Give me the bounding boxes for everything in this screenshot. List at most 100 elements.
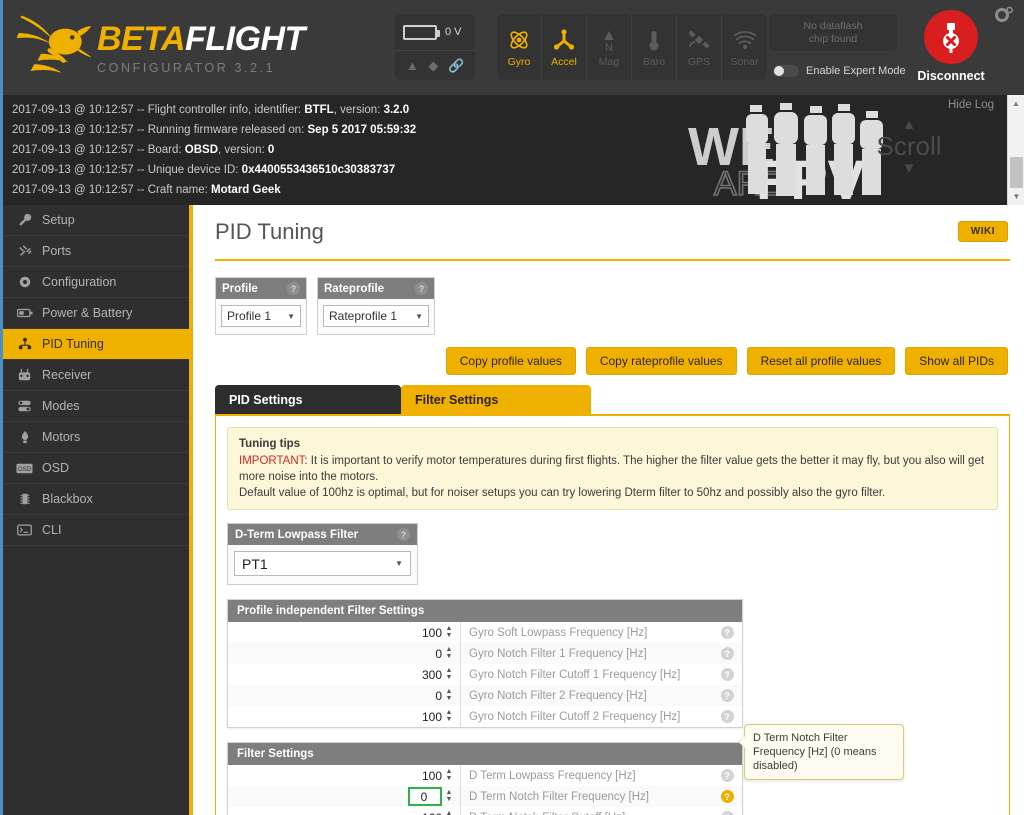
tab-pid-settings[interactable]: PID Settings — [215, 385, 401, 414]
filter-help-cell[interactable]: ? — [712, 664, 742, 685]
sidebar-item-cli[interactable]: CLI — [3, 515, 189, 546]
stepper-icon[interactable]: ▲▼ — [442, 768, 456, 782]
rateprofile-help-icon[interactable]: ? — [415, 282, 428, 295]
filter-help-cell[interactable]: ? — [712, 622, 742, 643]
dataflash-line2: chip found — [808, 32, 858, 45]
dterm-lowpass-header-label: D-Term Lowpass Filter — [235, 528, 359, 541]
hide-log-button[interactable]: Hide Log — [948, 99, 994, 111]
expert-mode-toggle[interactable] — [773, 65, 799, 77]
sidebar-item-configuration[interactable]: Configuration — [3, 267, 189, 298]
log-line: 2017-09-13 @ 10:12:57 -- Craft name: Mot… — [12, 184, 281, 196]
usb-disconnect-icon — [924, 10, 978, 64]
dterm-notch-filter-cutoff-input[interactable] — [382, 810, 442, 815]
gyro-notch-2-frequency-input[interactable] — [382, 688, 442, 703]
battery-icon — [16, 307, 33, 319]
filter-row-label: Gyro Notch Filter 2 Frequency [Hz] — [460, 685, 712, 706]
sensor-baro-label: Baro — [642, 56, 666, 68]
sidebar-item-label: Power & Battery — [42, 306, 133, 320]
settings-gear-icon[interactable] — [994, 5, 1014, 30]
sidebar-item-label: Modes — [42, 399, 80, 413]
sidebar-item-blackbox[interactable]: Blackbox — [3, 484, 189, 515]
copy-profile-values-button[interactable]: Copy profile values — [445, 347, 576, 375]
expert-mode-row[interactable]: Enable Expert Mode — [773, 65, 906, 77]
filter-row: ▲▼ Gyro Notch Filter 1 Frequency [Hz] ? — [228, 643, 742, 664]
reset-all-profile-values-button[interactable]: Reset all profile values — [746, 347, 896, 375]
dterm-lowpass-select[interactable]: PT1 ▼ — [234, 551, 411, 576]
sensor-sonar: Sonar — [722, 14, 767, 80]
page-header: PID Tuning WIKI — [215, 217, 1010, 261]
help-icon[interactable]: ? — [720, 811, 734, 815]
filter-help-cell[interactable]: ? — [712, 685, 742, 706]
filter-help-cell[interactable]: ? — [712, 807, 742, 815]
sidebar-nav: Setup Ports Configuration Power & Batter… — [3, 205, 193, 815]
scrollbar-up-icon[interactable]: ▲ — [1008, 95, 1024, 112]
rateprofile-box: Rateprofile ? Rateprofile 1 ▼ — [317, 277, 435, 335]
sidebar-item-receiver[interactable]: Receiver — [3, 360, 189, 391]
stepper-icon[interactable]: ▲▼ — [442, 789, 456, 803]
help-icon[interactable]: ? — [720, 647, 734, 660]
filter-help-cell[interactable]: ? — [712, 706, 742, 727]
tuning-tips-line2: Default value of 100hz is optimal, but f… — [239, 487, 886, 499]
dterm-lowpass-frequency-input[interactable] — [382, 768, 442, 783]
tab-filter-settings[interactable]: Filter Settings — [401, 385, 591, 414]
filter-value-cell: ▲▼ — [228, 622, 460, 643]
gyro-soft-lowpass-input[interactable] — [382, 625, 442, 640]
gem-icon: ◆ — [428, 57, 439, 73]
gyro-notch-cutoff-1-input[interactable] — [382, 667, 442, 682]
help-icon[interactable]: ? — [720, 626, 734, 639]
rateprofile-select[interactable]: Rateprofile 1 ▼ — [323, 305, 429, 327]
betaflight-configurator-window: BETAFLIGHT CONFIGURATOR 3.2.1 0 V ▲ ◆ 🔗 — [0, 0, 1024, 815]
gyro-notch-cutoff-2-input[interactable] — [382, 709, 442, 724]
stepper-icon[interactable]: ▲▼ — [442, 688, 456, 702]
filter-value-cell: ▲▼ — [228, 643, 460, 664]
help-icon[interactable]: ? — [720, 689, 734, 702]
sensor-accel-label: Accel — [551, 56, 577, 68]
sidebar-item-setup[interactable]: Setup — [3, 205, 189, 236]
disconnect-button[interactable]: Disconnect — [917, 10, 985, 83]
chevron-down-icon: ▼ — [287, 311, 295, 321]
filter-row-label: D Term Lowpass Frequency [Hz] — [460, 765, 712, 786]
show-all-pids-button[interactable]: Show all PIDs — [905, 347, 1008, 375]
sidebar-item-motors[interactable]: Motors — [3, 422, 189, 453]
filter-row: ▲▼ Gyro Notch Filter Cutoff 2 Frequency … — [228, 706, 742, 727]
filter-help-cell[interactable]: ? — [712, 765, 742, 786]
filter-help-cell[interactable]: ? — [712, 786, 742, 807]
sidebar-item-osd[interactable]: OSD OSD — [3, 453, 189, 484]
filter-row: ▲▼ D Term Lowpass Frequency [Hz] ? — [228, 765, 742, 786]
stepper-icon[interactable]: ▲▼ — [442, 810, 456, 815]
log-scrollbar[interactable]: ▲ ▼ — [1007, 95, 1024, 205]
osd-icon: OSD — [16, 463, 33, 474]
dterm-notch-filter-frequency-input[interactable] — [408, 787, 442, 806]
profile-select[interactable]: Profile 1 ▼ — [221, 305, 301, 327]
help-icon[interactable]: ? — [720, 668, 734, 681]
stepper-icon[interactable]: ▲▼ — [442, 625, 456, 639]
gyro-notch-1-frequency-input[interactable] — [382, 646, 442, 661]
profile-help-icon[interactable]: ? — [287, 282, 300, 295]
battery-voltage-value: 0 V — [445, 26, 462, 38]
sidebar-item-modes[interactable]: Modes — [3, 391, 189, 422]
wiki-button[interactable]: WIKI — [957, 221, 1008, 242]
scrollbar-down-icon[interactable]: ▼ — [1008, 188, 1024, 205]
stepper-icon[interactable]: ▲▼ — [442, 709, 456, 723]
stepper-icon[interactable]: ▲▼ — [442, 646, 456, 660]
sidebar-item-label: Motors — [42, 430, 81, 444]
stepper-icon[interactable]: ▲▼ — [442, 667, 456, 681]
mag-icon: N — [598, 26, 620, 54]
scrollbar-thumb[interactable] — [1010, 157, 1023, 188]
svg-text:N: N — [605, 42, 613, 52]
dterm-lowpass-help-icon[interactable]: ? — [397, 528, 410, 541]
sidebar-item-power-battery[interactable]: Power & Battery — [3, 298, 189, 329]
help-icon-active[interactable]: ? — [720, 790, 734, 803]
filter-help-cell[interactable]: ? — [712, 643, 742, 664]
sidebar-item-label: Configuration — [42, 275, 117, 289]
expert-mode-label: Enable Expert Mode — [806, 65, 906, 77]
sidebar-item-ports[interactable]: Ports — [3, 236, 189, 267]
help-icon[interactable]: ? — [720, 769, 734, 782]
copy-rateprofile-values-button[interactable]: Copy rateprofile values — [585, 347, 737, 375]
battery-voltage-row: 0 V — [395, 14, 475, 51]
help-icon[interactable]: ? — [720, 710, 734, 723]
sensor-gyro-label: Gyro — [507, 56, 531, 68]
sidebar-item-pid-tuning[interactable]: PID Tuning — [3, 329, 189, 360]
filter-value-cell: ▲▼ — [228, 664, 460, 685]
filter-row-label: Gyro Notch Filter Cutoff 1 Frequency [Hz… — [460, 664, 712, 685]
